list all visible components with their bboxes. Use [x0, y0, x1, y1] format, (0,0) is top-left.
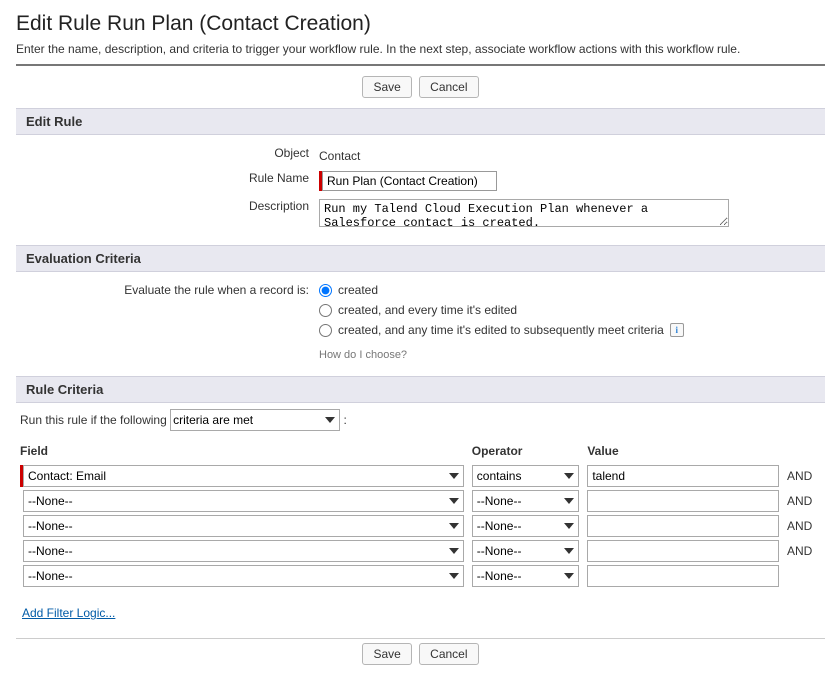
radio-created-label: created [338, 283, 378, 297]
field-select[interactable]: --None-- [23, 515, 464, 537]
field-select[interactable]: Contact: Email [23, 465, 464, 487]
operator-select[interactable]: --None-- [472, 490, 580, 512]
field-select[interactable]: --None-- [23, 540, 464, 562]
and-label: AND [783, 490, 825, 512]
operator-select[interactable]: --None-- [472, 515, 580, 537]
rule-criteria-header: Rule Criteria [16, 376, 825, 403]
evaluation-table: Evaluate the rule when a record is: crea… [16, 278, 825, 366]
radio-meets-label: created, and any time it's edited to sub… [338, 323, 664, 337]
how-do-i-choose-link[interactable]: How do I choose? [319, 349, 407, 361]
field-select[interactable]: --None-- [23, 490, 464, 512]
cancel-button[interactable]: Cancel [419, 76, 478, 98]
evaluate-label: Evaluate the rule when a record is: [124, 283, 309, 297]
criteria-table: Field Operator Value Contact: Email conta… [16, 439, 825, 590]
criteria-row: --None-- --None-- AND [16, 540, 825, 562]
run-rule-select[interactable]: criteria are met [170, 409, 340, 431]
col-value-header: Value [583, 442, 783, 462]
radio-meets-input[interactable] [319, 324, 332, 337]
cancel-button[interactable]: Cancel [419, 643, 478, 665]
save-button[interactable]: Save [362, 643, 411, 665]
radio-edited-input[interactable] [319, 304, 332, 317]
radio-created[interactable]: created [319, 283, 819, 297]
value-input[interactable] [587, 565, 779, 587]
edit-rule-header: Edit Rule [16, 108, 825, 135]
value-input[interactable] [587, 540, 779, 562]
value-input[interactable] [587, 490, 779, 512]
criteria-row: --None-- --None-- AND [16, 515, 825, 537]
radio-created-input[interactable] [319, 284, 332, 297]
and-label: AND [783, 515, 825, 537]
add-filter-logic-link[interactable]: Add Filter Logic... [22, 606, 115, 620]
operator-select[interactable]: --None-- [472, 540, 580, 562]
description-label: Description [249, 199, 309, 213]
radio-edited-label: created, and every time it's edited [338, 303, 517, 317]
run-rule-label: Run this rule if the following [20, 413, 167, 427]
bottom-button-row: Save Cancel [16, 639, 825, 675]
evaluation-header: Evaluation Criteria [16, 245, 825, 272]
and-label: AND [783, 540, 825, 562]
save-button[interactable]: Save [362, 76, 411, 98]
object-value: Contact [319, 146, 360, 163]
object-label: Object [274, 146, 309, 160]
col-field-header: Field [16, 442, 468, 462]
colon: : [343, 413, 346, 427]
page-title: Edit Rule Run Plan (Contact Creation) [16, 12, 825, 36]
operator-select[interactable]: contains [472, 465, 580, 487]
field-select[interactable]: --None-- [23, 565, 464, 587]
run-rule-row: Run this rule if the following criteria … [16, 403, 825, 439]
criteria-row: --None-- --None-- AND [16, 490, 825, 512]
col-operator-header: Operator [468, 442, 584, 462]
divider [16, 64, 825, 66]
rule-name-input[interactable] [322, 171, 497, 191]
radio-meets[interactable]: created, and any time it's edited to sub… [319, 323, 819, 337]
value-input[interactable] [587, 515, 779, 537]
top-button-row: Save Cancel [16, 72, 825, 108]
radio-edited[interactable]: created, and every time it's edited [319, 303, 819, 317]
edit-rule-table: Object Contact Rule Name Description Run… [16, 141, 825, 235]
page-subtitle: Enter the name, description, and criteri… [16, 42, 825, 56]
description-input[interactable]: Run my Talend Cloud Execution Plan whene… [319, 199, 729, 227]
evaluation-radio-group: created created, and every time it's edi… [319, 283, 819, 361]
criteria-row: Contact: Email contains AND [16, 465, 825, 487]
rule-name-label: Rule Name [249, 171, 309, 185]
and-label [783, 565, 825, 587]
criteria-row: --None-- --None-- [16, 565, 825, 587]
and-label: AND [783, 465, 825, 487]
info-icon[interactable]: i [670, 323, 684, 337]
value-input[interactable] [587, 465, 779, 487]
operator-select[interactable]: --None-- [472, 565, 580, 587]
